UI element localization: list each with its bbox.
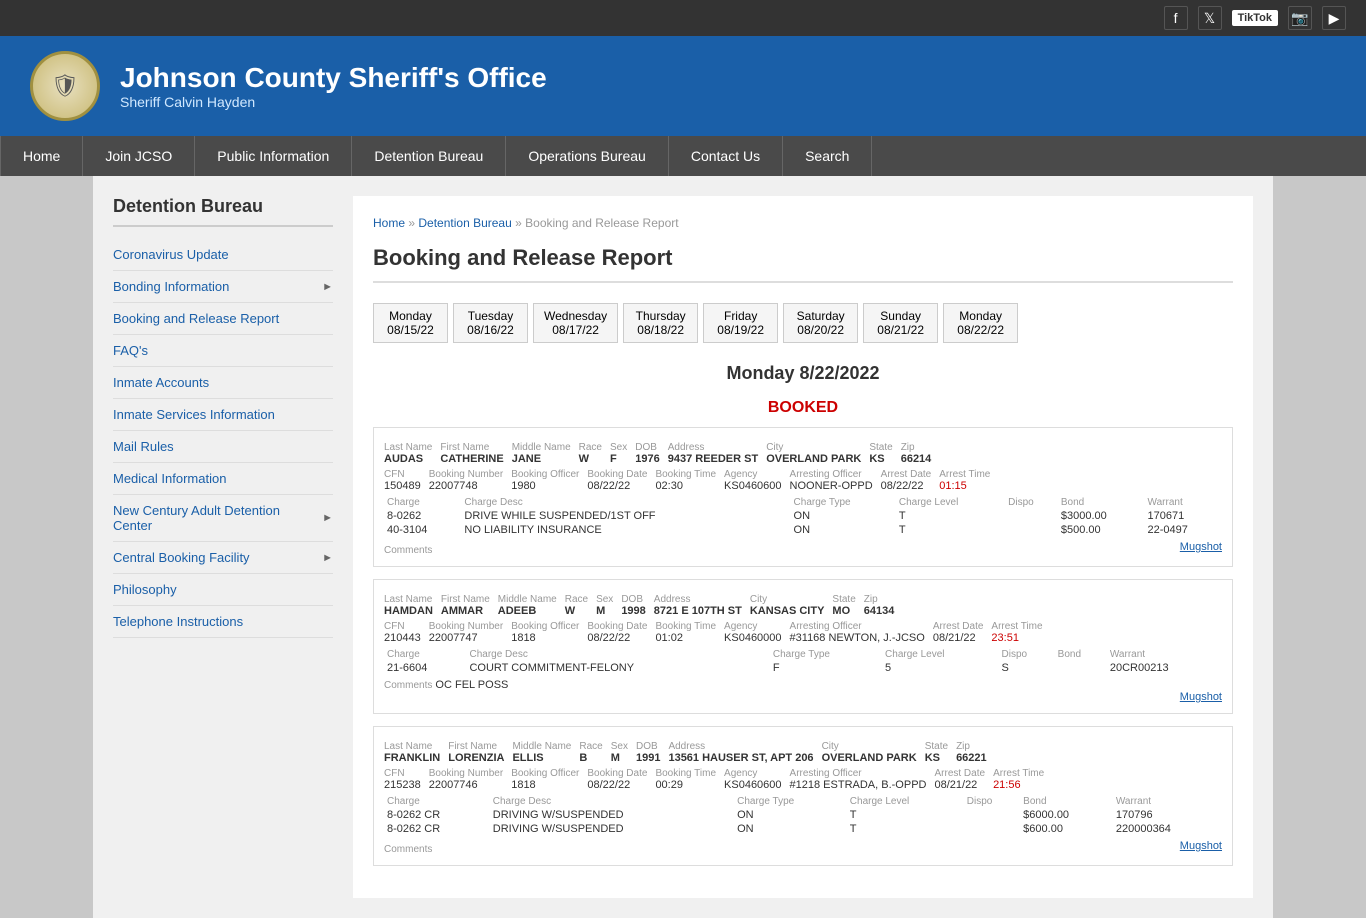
breadcrumb-home[interactable]: Home (373, 216, 405, 230)
comments-label: Comments (384, 680, 432, 691)
booked-header: BOOKED (373, 399, 1233, 417)
sidebar-item-bonding[interactable]: Bonding Information ► (113, 271, 333, 303)
charge-row: 8-0262 CR DRIVING W/SUSPENDED ON T $6000… (384, 808, 1222, 822)
inmate-card-2: Last NameHAMDAN First NameAMMAR Middle N… (373, 579, 1233, 714)
mugshot-link-3[interactable]: Mugshot (1180, 840, 1222, 855)
comments-label: Comments (384, 844, 432, 855)
sidebar-item-mail-rules[interactable]: Mail Rules (113, 431, 333, 463)
date-btn-3[interactable]: Thursday08/18/22 (623, 303, 698, 343)
nav-home[interactable]: Home (0, 136, 83, 176)
charge-row: 40-3104 NO LIABILITY INSURANCE ON T $500… (384, 523, 1222, 537)
charge-table-1: Charge Charge Desc Charge Type Charge Le… (384, 496, 1222, 537)
charge-table-2: Charge Charge Desc Charge Type Charge Le… (384, 648, 1222, 675)
charge-row: 8-0262 CR DRIVING W/SUSPENDED ON T $600.… (384, 822, 1222, 836)
sidebar-item-inmate-services[interactable]: Inmate Services Information (113, 399, 333, 431)
date-btn-5[interactable]: Saturday08/20/22 (783, 303, 858, 343)
date-btn-7[interactable]: Monday08/22/22 (943, 303, 1018, 343)
sidebar-item-medical[interactable]: Medical Information (113, 463, 333, 495)
nav-search[interactable]: Search (783, 136, 872, 176)
sidebar-item-ncadc[interactable]: New Century Adult Detention Center ► (113, 495, 333, 542)
report-date: Monday 8/22/2022 (373, 363, 1233, 384)
breadcrumb: Home » Detention Bureau » Booking and Re… (373, 216, 1233, 230)
date-btn-0[interactable]: Monday08/15/22 (373, 303, 448, 343)
content-wrapper: Detention Bureau Coronavirus Update Bond… (93, 176, 1273, 918)
sidebar-item-telephone[interactable]: Telephone Instructions (113, 606, 333, 638)
instagram-icon[interactable]: 📷 (1288, 6, 1312, 30)
inmate-card-1: Last NameAUDAS First NameCATHERINE Middl… (373, 427, 1233, 567)
sheriff-badge: 🛡 (30, 51, 100, 121)
youtube-icon[interactable]: ▶ (1322, 6, 1346, 30)
nav-operations-bureau[interactable]: Operations Bureau (506, 136, 669, 176)
comments-text: OC FEL POSS (435, 679, 508, 691)
nav-contact-us[interactable]: Contact Us (669, 136, 783, 176)
sidebar-item-coronavirus[interactable]: Coronavirus Update (113, 239, 333, 271)
header-text: Johnson County Sheriff's Office Sheriff … (120, 62, 547, 110)
nav-public-information[interactable]: Public Information (195, 136, 352, 176)
sidebar-item-philosophy[interactable]: Philosophy (113, 574, 333, 606)
nav-detention-bureau[interactable]: Detention Bureau (352, 136, 506, 176)
arrow-icon: ► (322, 512, 333, 524)
date-btn-1[interactable]: Tuesday08/16/22 (453, 303, 528, 343)
sidebar-item-central-booking[interactable]: Central Booking Facility ► (113, 542, 333, 574)
charge-row: 21-6604 COURT COMMITMENT-FELONY F 5 S 20… (384, 661, 1222, 675)
tiktok-button[interactable]: TikTok (1232, 10, 1278, 26)
arrow-icon: ► (322, 281, 333, 293)
main-nav: Home Join JCSO Public Information Detent… (0, 136, 1366, 176)
main-content: Home » Detention Bureau » Booking and Re… (353, 196, 1253, 898)
sidebar-heading: Detention Bureau (113, 196, 333, 227)
sidebar-item-booking-report[interactable]: Booking and Release Report (113, 303, 333, 335)
site-header: 🛡 Johnson County Sheriff's Office Sherif… (0, 36, 1366, 136)
sidebar-item-faq[interactable]: FAQ's (113, 335, 333, 367)
facebook-icon[interactable]: f (1164, 6, 1188, 30)
sidebar-item-inmate-accounts[interactable]: Inmate Accounts (113, 367, 333, 399)
arrow-icon: ► (322, 552, 333, 564)
sidebar: Detention Bureau Coronavirus Update Bond… (113, 196, 333, 898)
top-bar: f 𝕏 TikTok 📷 ▶ (0, 0, 1366, 36)
date-btn-4[interactable]: Friday08/19/22 (703, 303, 778, 343)
nav-join-jcso[interactable]: Join JCSO (83, 136, 195, 176)
date-btn-6[interactable]: Sunday08/21/22 (863, 303, 938, 343)
date-navigation: Monday08/15/22 Tuesday08/16/22 Wednesday… (373, 303, 1233, 343)
breadcrumb-detention[interactable]: Detention Bureau (418, 216, 511, 230)
breadcrumb-current: Booking and Release Report (525, 216, 678, 230)
date-btn-2[interactable]: Wednesday08/17/22 (533, 303, 618, 343)
page-title: Booking and Release Report (373, 245, 1233, 283)
mugshot-link-1[interactable]: Mugshot (1180, 541, 1222, 556)
site-subtitle: Sheriff Calvin Hayden (120, 94, 547, 110)
charge-row: 8-0262 DRIVE WHILE SUSPENDED/1ST OFF ON … (384, 509, 1222, 523)
twitter-icon[interactable]: 𝕏 (1198, 6, 1222, 30)
mugshot-link-2[interactable]: Mugshot (1180, 691, 1222, 703)
comments-label: Comments (384, 545, 432, 556)
inmate-card-3: Last NameFRANKLIN First NameLORENZIA Mid… (373, 726, 1233, 866)
charge-table-3: Charge Charge Desc Charge Type Charge Le… (384, 795, 1222, 836)
site-title: Johnson County Sheriff's Office (120, 62, 547, 94)
